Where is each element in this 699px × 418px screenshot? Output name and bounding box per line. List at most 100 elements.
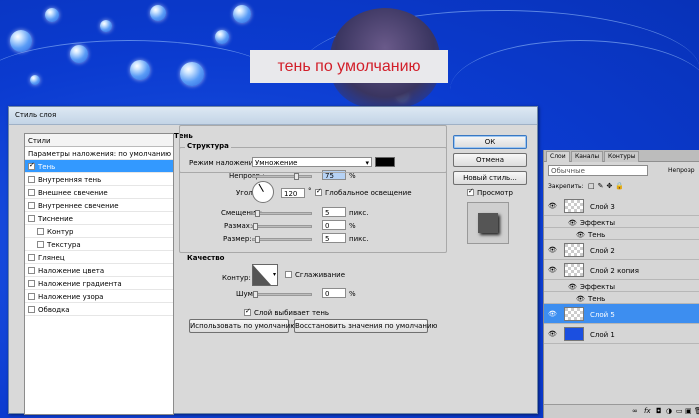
checkbox-icon[interactable] — [37, 228, 44, 235]
tab-layers[interactable]: Слои — [546, 151, 570, 162]
opacity-slider[interactable] — [252, 173, 312, 180]
distance-slider-thumb[interactable] — [255, 210, 260, 217]
tab-channels[interactable]: Каналы — [571, 151, 604, 162]
layer-row[interactable]: 👁 Слой 1 — [544, 324, 699, 344]
global-light-checkbox[interactable]: Глобальное освещение — [315, 187, 412, 197]
checkbox-icon[interactable] — [28, 293, 35, 300]
contour-picker[interactable]: ▾ — [252, 264, 278, 286]
noise-slider[interactable] — [252, 291, 312, 298]
new-style-button[interactable]: Новый стиль... — [453, 171, 527, 185]
style-item[interactable]: Наложение градиента — [25, 277, 173, 290]
preview-checkbox[interactable]: Просмотр — [467, 187, 513, 197]
style-item-label: Текстура — [47, 241, 81, 249]
lock-transparency-icon[interactable]: □ — [588, 182, 598, 190]
mask-icon[interactable]: ◘ — [656, 407, 662, 415]
lock-all-icon[interactable]: 🔒 — [615, 182, 627, 190]
angle-input[interactable]: 120 — [281, 188, 305, 198]
visibility-eye-icon[interactable]: 👁 — [548, 202, 557, 210]
checkbox-icon[interactable] — [37, 241, 44, 248]
size-slider-thumb[interactable] — [253, 223, 258, 230]
bubble — [233, 5, 251, 23]
style-item[interactable]: Текстура — [25, 238, 173, 251]
styles-header[interactable]: Стили — [25, 134, 173, 147]
visibility-eye-icon[interactable]: 👁 — [548, 266, 557, 274]
checkbox-icon[interactable] — [28, 176, 35, 183]
layer-row[interactable]: 👁 Тень — [544, 292, 699, 304]
fx-icon[interactable]: fx — [644, 407, 651, 415]
adjustment-icon[interactable]: ◑ — [666, 407, 672, 415]
visibility-eye-icon[interactable]: 👁 — [548, 310, 557, 318]
knockout-checkbox[interactable]: Слой выбивает тень — [244, 307, 329, 317]
distance-input[interactable]: 5 — [322, 207, 346, 217]
reset-default-button[interactable]: Восстановить значения по умолчанию — [294, 319, 437, 333]
layer-row[interactable]: 👁 Тень — [544, 228, 699, 240]
visibility-eye-icon[interactable]: 👁 — [548, 330, 557, 338]
spread-unit: пикс. — [349, 235, 369, 243]
lock-paint-icon[interactable]: ✎ — [598, 182, 607, 190]
effect-eye-icon[interactable]: 👁 — [576, 295, 585, 303]
style-item[interactable]: Глянец — [25, 251, 173, 264]
style-item[interactable]: Тень — [25, 160, 173, 173]
checkbox-icon[interactable] — [28, 280, 35, 287]
checkbox-icon[interactable] — [28, 267, 35, 274]
layer-row[interactable]: 👁 Эффекты — [544, 216, 699, 228]
angle-dial[interactable] — [252, 181, 274, 203]
blend-mode-dropdown[interactable]: Обычные — [548, 165, 648, 176]
spread-slider-thumb[interactable] — [255, 236, 260, 243]
size-unit: % — [349, 222, 356, 230]
size-input[interactable]: 0 — [322, 220, 346, 230]
layer-thumbnail — [564, 199, 584, 213]
noise-slider-thumb[interactable] — [253, 291, 258, 298]
spread-input[interactable]: 5 — [322, 233, 346, 243]
checkbox-icon[interactable] — [28, 306, 35, 313]
link-icon[interactable]: ∞ — [632, 407, 638, 415]
opacity-unit: % — [349, 172, 356, 180]
layer-row[interactable]: 👁 Слой 5 — [544, 304, 699, 324]
cancel-button[interactable]: Отмена — [453, 153, 527, 167]
tab-paths[interactable]: Контуры — [604, 151, 640, 162]
ok-button[interactable]: ОК — [453, 135, 527, 149]
layer-row[interactable]: 👁 Слой 2 копия — [544, 260, 699, 280]
angle-unit: ° — [308, 187, 312, 195]
antialias-checkbox[interactable]: Сглаживание — [285, 271, 345, 279]
spread-label: Размер: — [223, 235, 252, 243]
style-item[interactable]: Наложение узора — [25, 290, 173, 303]
checkbox-icon[interactable] — [28, 202, 35, 209]
checkbox-icon[interactable] — [28, 189, 35, 196]
layer-thumbnail — [564, 263, 584, 277]
style-item[interactable]: Контур — [25, 225, 173, 238]
style-item[interactable]: Наложение цвета — [25, 264, 173, 277]
size-slider[interactable] — [252, 223, 312, 230]
group-icon[interactable]: ▭ — [676, 407, 683, 415]
style-item[interactable]: Тиснение — [25, 212, 173, 225]
visibility-eye-icon[interactable]: 👁 — [548, 246, 557, 254]
checkbox-icon[interactable] — [28, 161, 35, 170]
distance-slider[interactable] — [252, 210, 312, 217]
effect-eye-icon[interactable]: 👁 — [568, 219, 577, 227]
lock-icons[interactable]: □✎✥🔒 — [588, 182, 627, 190]
opacity-slider-thumb[interactable] — [294, 173, 300, 180]
effect-eye-icon[interactable]: 👁 — [568, 283, 577, 291]
new-layer-icon[interactable]: ▣ — [685, 407, 692, 415]
make-default-button[interactable]: Использовать по умолчанию — [189, 319, 296, 333]
checkbox-icon[interactable] — [28, 215, 35, 222]
style-item[interactable]: Обводка — [25, 303, 173, 316]
style-item-label: Глянец — [38, 254, 65, 262]
style-item[interactable]: Внутреннее свечение — [25, 199, 173, 212]
layer-row[interactable]: 👁 Эффекты — [544, 280, 699, 292]
trash-icon[interactable]: 🗑 — [694, 407, 699, 415]
effect-eye-icon[interactable]: 👁 — [576, 231, 585, 239]
noise-input[interactable]: 0 — [322, 288, 346, 298]
layer-row[interactable]: 👁 Слой 2 — [544, 240, 699, 260]
style-item[interactable]: Внутренняя тень — [25, 173, 173, 186]
bubble — [45, 8, 59, 22]
layer-row[interactable]: 👁 Слой 3 — [544, 196, 699, 216]
style-item[interactable]: Внешнее свечение — [25, 186, 173, 199]
checkbox-icon — [285, 271, 292, 278]
spread-slider[interactable] — [252, 236, 312, 243]
style-item-label: Обводка — [38, 306, 70, 314]
checkbox-icon[interactable] — [28, 254, 35, 261]
blend-options-item[interactable]: Параметры наложения: по умолчанию — [25, 147, 173, 160]
style-item-label: Тиснение — [38, 215, 73, 223]
style-item-label: Наложение узора — [38, 293, 104, 301]
